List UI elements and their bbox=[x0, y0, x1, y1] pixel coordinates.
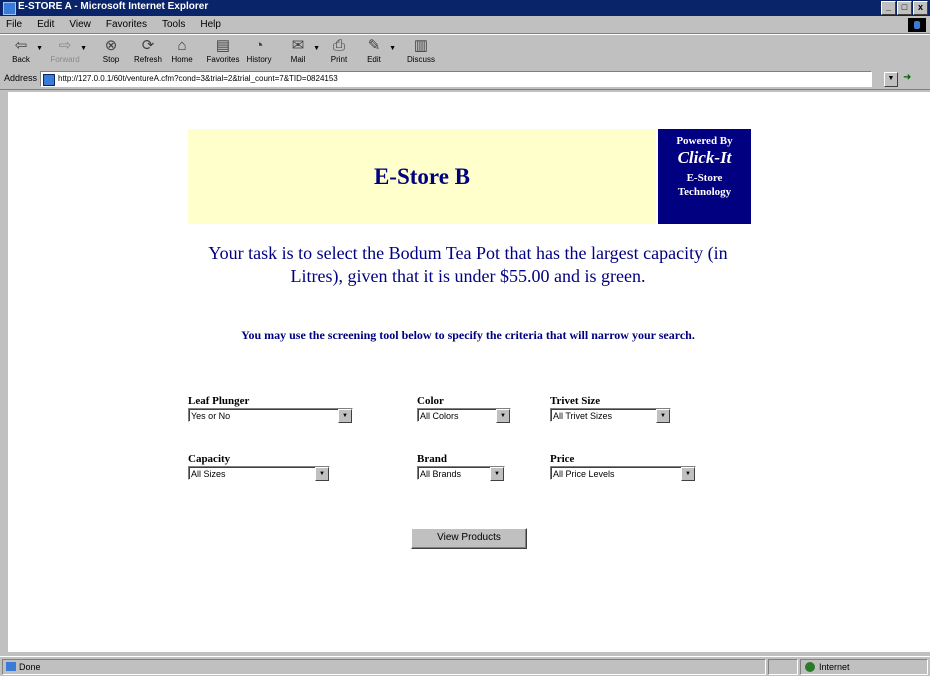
store-header-banner: E-Store B bbox=[188, 129, 656, 224]
brand-logo-text: Click-It bbox=[677, 148, 732, 167]
address-dropdown-icon[interactable]: ▼ bbox=[884, 72, 898, 87]
refresh-icon: ⟳ bbox=[141, 37, 155, 54]
address-input[interactable]: http://127.0.0.1/60t/ventureA.cfm?cond=3… bbox=[40, 71, 872, 87]
forward-button[interactable]: ⇨ Forward ▼ bbox=[48, 36, 87, 68]
price-filter: Price All Price Levels ▼ bbox=[550, 453, 696, 481]
history-icon: ◔ bbox=[254, 37, 264, 54]
chevron-down-icon[interactable]: ▼ bbox=[656, 409, 670, 423]
capacity-label: Capacity bbox=[188, 453, 231, 465]
security-zone-text: Internet bbox=[819, 662, 850, 672]
print-button[interactable]: ⎙ Print bbox=[322, 36, 356, 68]
brand-select[interactable]: All Brands ▼ bbox=[417, 466, 505, 481]
leaf-plunger-label: Leaf Plunger bbox=[188, 395, 250, 407]
ie-app-icon[interactable] bbox=[3, 2, 16, 15]
brand-tagline-line1: E-Store bbox=[686, 172, 723, 184]
menu-help[interactable]: Help bbox=[198, 19, 223, 30]
capacity-filter: Capacity All Sizes ▼ bbox=[188, 453, 330, 481]
maximize-button[interactable]: □ bbox=[897, 1, 912, 15]
chevron-down-icon[interactable]: ▼ bbox=[338, 409, 352, 423]
chevron-down-icon[interactable]: ▼ bbox=[315, 467, 329, 481]
trivet-size-label: Trivet Size bbox=[550, 395, 601, 407]
page-content: E-Store B Powered By Click-It E-Store Te… bbox=[8, 92, 930, 652]
color-label: Color bbox=[417, 395, 444, 407]
close-button[interactable]: x bbox=[913, 1, 928, 15]
window-title: E-STORE A - Microsoft Internet Explorer bbox=[18, 1, 209, 12]
mail-icon: ✉ bbox=[291, 37, 305, 54]
ie-throbber-logo-icon bbox=[908, 18, 926, 32]
menu-view[interactable]: View bbox=[67, 19, 93, 30]
edit-icon: ✎ bbox=[367, 37, 381, 54]
history-button[interactable]: ◔ History bbox=[242, 36, 276, 68]
stop-icon: ⊗ bbox=[104, 37, 118, 54]
browser-toolbar: ⇦ Back ▼ ⇨ Forward ▼ ⊗ Stop ⟳ Refresh ⌂ … bbox=[0, 34, 930, 70]
menu-bar: File Edit View Favorites Tools Help bbox=[0, 17, 930, 34]
brand-tagline-line2: Technology bbox=[677, 186, 732, 198]
back-arrow-icon: ⇦ bbox=[14, 37, 28, 54]
trivet-size-select[interactable]: All Trivet Sizes ▼ bbox=[550, 408, 671, 423]
back-button[interactable]: ⇦ Back ▼ bbox=[4, 36, 43, 68]
refresh-button[interactable]: ⟳ Refresh bbox=[131, 36, 165, 68]
color-filter: Color All Colors ▼ bbox=[417, 395, 511, 423]
price-select[interactable]: All Price Levels ▼ bbox=[550, 466, 696, 481]
page-done-icon bbox=[6, 662, 16, 671]
internet-zone-globe-icon bbox=[805, 662, 815, 672]
powered-by-logo: Powered By Click-It E-Store Technology bbox=[658, 129, 751, 224]
security-zone-cell: Internet bbox=[800, 659, 928, 675]
chevron-down-icon[interactable]: ▼ bbox=[681, 467, 695, 481]
address-url: http://127.0.0.1/60t/ventureA.cfm?cond=3… bbox=[58, 74, 338, 83]
go-arrow-icon[interactable]: ➜ bbox=[903, 72, 911, 83]
stop-button[interactable]: ⊗ Stop bbox=[94, 36, 128, 68]
leaf-plunger-select[interactable]: Yes or No ▼ bbox=[188, 408, 353, 423]
mail-dropdown-icon[interactable]: ▼ bbox=[313, 45, 320, 52]
status-progress-cell bbox=[768, 659, 798, 675]
edit-button[interactable]: ✎ Edit ▼ bbox=[357, 36, 396, 68]
screening-hint: You may use the screening tool below to … bbox=[241, 328, 695, 342]
menu-favorites[interactable]: Favorites bbox=[104, 19, 149, 30]
edit-dropdown-icon[interactable]: ▼ bbox=[389, 45, 396, 52]
home-button[interactable]: ⌂ Home bbox=[165, 36, 199, 68]
address-label: Address bbox=[4, 73, 38, 83]
printer-icon: ⎙ bbox=[332, 37, 345, 54]
price-label: Price bbox=[550, 453, 575, 465]
window-title-bar: E-STORE A - Microsoft Internet Explorer … bbox=[0, 0, 930, 16]
task-instructions: Your task is to select the Bodum Tea Pot… bbox=[208, 243, 728, 286]
chevron-down-icon[interactable]: ▼ bbox=[490, 467, 504, 481]
status-text-cell: Done bbox=[2, 659, 766, 675]
forward-dropdown-icon[interactable]: ▼ bbox=[80, 45, 87, 52]
store-name: E-Store B bbox=[373, 164, 471, 189]
mail-button[interactable]: ✉ Mail ▼ bbox=[281, 36, 320, 68]
page-icon bbox=[43, 74, 55, 86]
trivet-size-filter: Trivet Size All Trivet Sizes ▼ bbox=[550, 395, 671, 423]
status-text: Done bbox=[19, 662, 41, 672]
favorites-button[interactable]: ▤ Favorites bbox=[206, 36, 240, 68]
menu-tools[interactable]: Tools bbox=[160, 19, 187, 30]
status-bar: Done Internet bbox=[0, 656, 930, 676]
menu-edit[interactable]: Edit bbox=[35, 19, 56, 30]
brand-label: Brand bbox=[417, 453, 447, 465]
discuss-icon: ▥ bbox=[413, 37, 429, 54]
discuss-button[interactable]: ▥ Discuss bbox=[404, 36, 438, 68]
forward-arrow-icon: ⇨ bbox=[58, 37, 72, 54]
leaf-plunger-filter: Leaf Plunger Yes or No ▼ bbox=[188, 395, 353, 423]
favorites-folder-icon: ▤ bbox=[215, 37, 231, 54]
view-products-button[interactable]: View Products bbox=[411, 528, 527, 549]
minimize-button[interactable]: _ bbox=[881, 1, 896, 15]
brand-filter: Brand All Brands ▼ bbox=[417, 453, 505, 481]
menu-file[interactable]: File bbox=[4, 19, 24, 30]
powered-by-text: Powered By bbox=[676, 135, 733, 147]
content-left-frame bbox=[0, 90, 8, 655]
window-controls: _ □ x bbox=[881, 1, 928, 15]
back-dropdown-icon[interactable]: ▼ bbox=[36, 45, 43, 52]
chevron-down-icon[interactable]: ▼ bbox=[496, 409, 510, 423]
home-icon: ⌂ bbox=[177, 37, 187, 54]
color-select[interactable]: All Colors ▼ bbox=[417, 408, 511, 423]
capacity-select[interactable]: All Sizes ▼ bbox=[188, 466, 330, 481]
address-bar: Address http://127.0.0.1/60t/ventureA.cf… bbox=[0, 69, 930, 90]
